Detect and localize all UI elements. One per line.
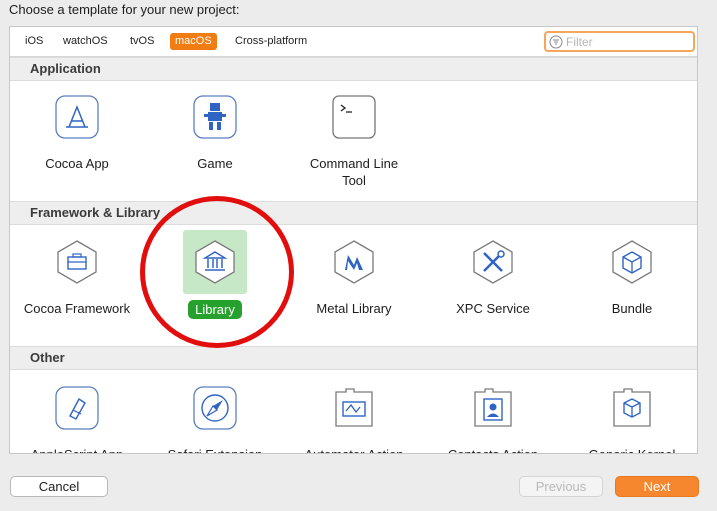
template-panel: iOS watchOS tvOS macOS Cross-platform Fi… xyxy=(9,26,698,454)
template-tile xyxy=(322,230,386,294)
template-tile xyxy=(183,376,247,440)
template-tile xyxy=(600,376,664,440)
template-cocoa-app[interactable]: Cocoa App xyxy=(12,85,142,173)
template-label: Contacts Action xyxy=(448,446,538,453)
game-sprite-icon xyxy=(193,95,237,139)
template-generic-kernel[interactable]: Generic Kernel xyxy=(567,376,697,453)
automator-icon xyxy=(335,388,373,427)
template-tile xyxy=(45,376,109,440)
section-header-application: Application xyxy=(10,57,697,81)
template-cocoa-framework[interactable]: Cocoa Framework xyxy=(12,230,142,318)
template-label: Bundle xyxy=(611,301,653,316)
metal-icon xyxy=(334,240,374,284)
template-tile xyxy=(322,85,386,149)
cancel-button[interactable]: Cancel xyxy=(10,476,108,497)
template-tile xyxy=(45,230,109,294)
tab-macos[interactable]: macOS xyxy=(170,33,217,50)
template-label: Game xyxy=(197,156,233,171)
template-tile-selected xyxy=(183,230,247,294)
template-tile xyxy=(45,85,109,149)
template-automator-action[interactable]: Automator Action xyxy=(289,376,419,453)
template-metal-library[interactable]: Metal Library xyxy=(289,230,419,318)
template-label: Cocoa App xyxy=(45,156,109,171)
template-label: Generic Kernel xyxy=(589,446,676,453)
section-header-other: Other xyxy=(10,346,697,370)
template-tile xyxy=(461,376,525,440)
terminal-icon xyxy=(332,95,376,139)
filter-field[interactable]: Filter xyxy=(544,31,695,52)
template-label-selected: Library xyxy=(188,300,242,319)
section-header-framework-library: Framework & Library xyxy=(10,201,697,225)
template-tile xyxy=(461,230,525,294)
template-label: Metal Library xyxy=(316,301,392,316)
library-icon xyxy=(195,240,235,284)
previous-button[interactable]: Previous xyxy=(519,476,603,497)
template-label: XPC Service xyxy=(456,301,530,316)
template-applescript-app[interactable]: AppleScript App xyxy=(12,376,142,453)
dialog-heading: Choose a template for your new project: xyxy=(9,2,240,17)
template-bundle[interactable]: Bundle xyxy=(567,230,697,318)
kernel-icon xyxy=(613,388,651,427)
bundle-icon xyxy=(612,240,652,284)
template-tile xyxy=(183,85,247,149)
tab-watchos[interactable]: watchOS xyxy=(58,33,113,50)
template-tile xyxy=(322,376,386,440)
tab-ios[interactable]: iOS xyxy=(20,33,48,50)
template-contacts-action[interactable]: Contacts Action xyxy=(428,376,558,453)
template-label: Automator Action xyxy=(305,446,404,453)
template-library[interactable]: Library xyxy=(150,230,280,319)
template-label: Safari Extension xyxy=(168,446,263,453)
template-xpc-service[interactable]: XPC Service xyxy=(428,230,558,318)
template-tile xyxy=(600,230,664,294)
tab-cross-platform[interactable]: Cross-platform xyxy=(230,33,312,50)
template-label: Cocoa Framework xyxy=(23,301,131,316)
next-button[interactable]: Next xyxy=(615,476,699,497)
app-store-icon xyxy=(55,95,99,139)
template-command-line-tool[interactable]: Command Line Tool xyxy=(289,85,419,190)
platform-tabbar: iOS watchOS tvOS macOS Cross-platform Fi… xyxy=(10,27,697,57)
filter-icon xyxy=(549,35,563,49)
applescript-icon xyxy=(55,386,99,430)
template-game[interactable]: Game xyxy=(150,85,280,173)
template-label: AppleScript App xyxy=(31,446,124,453)
tools-icon xyxy=(473,240,513,284)
contacts-icon xyxy=(474,388,512,427)
toolbox-icon xyxy=(57,240,97,284)
template-label: Command Line Tool xyxy=(309,156,399,188)
tab-tvos[interactable]: tvOS xyxy=(125,33,159,50)
template-safari-extension[interactable]: Safari Extension xyxy=(150,376,280,453)
compass-icon xyxy=(193,386,237,430)
filter-placeholder: Filter xyxy=(566,35,593,49)
